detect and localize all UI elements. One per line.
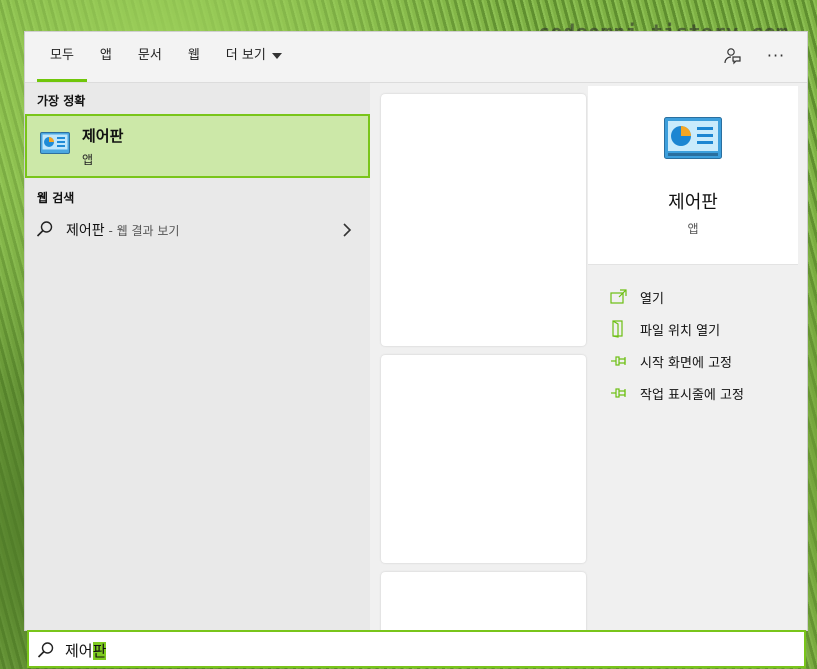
action-open[interactable]: 열기 [610,281,744,313]
tab-apps[interactable]: 앱 [87,32,125,82]
preview-card [381,94,586,346]
search-icon [37,641,55,663]
detail-app-type: 앱 [687,222,699,236]
preview-card [381,355,586,563]
preview-card [381,572,586,630]
tab-more-label: 더 보기 [225,48,266,63]
action-pin-start[interactable]: 시작 화면에 고정 [610,345,744,377]
action-open-label: 열기 [640,291,664,307]
preview-cards [370,83,590,630]
more-options-icon[interactable]: ··· [765,45,787,67]
best-match-type: 앱 [82,153,94,167]
chevron-right-icon [342,222,352,241]
top-icons: ··· [721,45,787,67]
filter-tabs: 모두 앱 문서 웹 더 보기 [37,32,295,82]
search-query-selected: 판 [92,642,107,660]
detail-app-name: 제어판 [668,192,718,213]
web-search-query: 제어판 - 웹 결과 보기 [66,220,179,240]
action-open-file-location[interactable]: 파일 위치 열기 [610,313,744,345]
tab-all[interactable]: 모두 [37,32,87,82]
web-query-suffix: - 웹 결과 보기 [104,224,180,238]
search-query-prefix: 제어 [65,642,93,660]
pin-icon [611,388,626,398]
detail-header: 제어판 앱 [588,86,798,265]
file-location-icon [612,320,623,338]
best-match-heading: 가장 정확 [37,94,86,108]
tab-web[interactable]: 웹 [175,32,213,82]
action-pin-start-label: 시작 화면에 고정 [640,355,732,371]
search-input[interactable]: 제어판 [27,630,806,668]
tab-web-label: 웹 [187,48,200,63]
web-search-result[interactable]: 제어판 - 웹 결과 보기 [25,214,370,244]
tab-apps-label: 앱 [99,48,112,63]
action-pin-taskbar[interactable]: 작업 표시줄에 고정 [610,377,744,409]
tab-all-label: 모두 [50,48,74,63]
tab-more[interactable]: 더 보기 [213,32,295,82]
best-match-item[interactable]: 제어판 앱 [25,114,370,178]
search-icon [36,220,54,242]
action-file-location-label: 파일 위치 열기 [640,323,721,339]
detail-pane: 제어판 앱 열기 파일 위치 열기 시작 화면에 고정 작업 표시줄에 고정 [588,83,807,630]
detail-actions: 열기 파일 위치 열기 시작 화면에 고정 작업 표시줄에 고정 [610,281,744,409]
best-match-name: 제어판 [82,127,124,145]
control-panel-large-icon [664,117,722,163]
open-icon [610,289,627,304]
tab-documents-label: 문서 [137,48,162,63]
results-pane: 가장 정확 제어판 앱 웹 검색 제어판 - 웹 결과 보기 [25,83,370,630]
pin-icon [611,356,626,366]
control-panel-icon [40,132,70,158]
action-pin-taskbar-label: 작업 표시줄에 고정 [640,387,744,403]
web-search-heading: 웹 검색 [37,191,75,205]
search-query-text: 제어판 [65,640,107,661]
search-window: 모두 앱 문서 웹 더 보기 ··· 가장 정확 제어판 앱 웹 검색 제어판 … [24,31,808,631]
caret-down-icon [271,52,282,59]
tab-documents[interactable]: 문서 [125,32,175,82]
web-query-text: 제어판 [66,223,105,239]
feedback-person-icon[interactable] [721,45,743,67]
filter-bar: 모두 앱 문서 웹 더 보기 ··· [25,32,807,83]
